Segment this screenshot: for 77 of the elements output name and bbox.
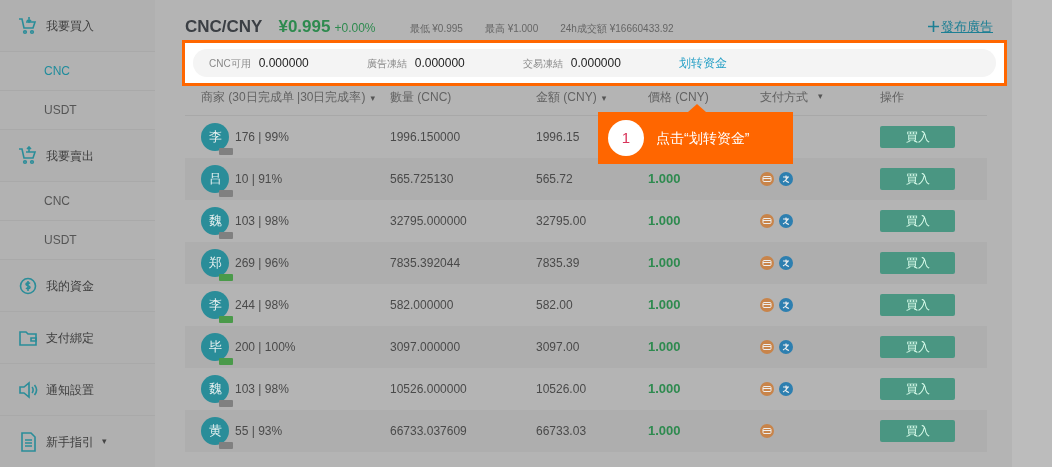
column-header: 數量 (CNC) [390,89,452,104]
coin-icon [18,275,38,296]
menu-item[interactable]: 我要買入 [46,16,94,35]
amount-text: 10526.00 [536,382,587,396]
caret-icon: ▾ [601,92,607,103]
merchant-stats: 10 | 91% [235,171,283,188]
price-text: 1.000 [648,213,681,229]
menu-item[interactable]: 支付綁定 [46,328,94,347]
quantity-text: 565.725130 [390,172,454,186]
menu-item[interactable]: 我要賣出 [46,146,94,165]
merchant-stats: 269 | 96% [235,255,289,272]
column-header[interactable]: 金額 (CNY) [536,89,597,104]
speaker-icon [18,379,38,400]
buy-button[interactable]: 買入 [880,294,955,316]
balance-value: 0.000000 [258,55,309,72]
stat-text: 24h成交額 ¥16660433.92 [560,22,674,36]
stat-text: 最低 ¥0.995 [409,22,463,36]
column-header[interactable]: 商家 (30日完成单 |30日完成率) [201,89,366,104]
balance-label: 交易凍結 [522,56,563,71]
caret-icon: ▾ [818,89,823,104]
menu-item[interactable]: 通知設置 [46,380,94,399]
price-text: 1.000 [648,423,681,439]
quantity-text: 3097.000000 [390,340,461,354]
buy-button[interactable]: 買入 [880,378,955,400]
amount-text: 7835.39 [536,256,580,270]
price-text: 1.000 [648,171,681,187]
amount-text: 565.72 [536,172,573,186]
balance-label: CNC可用 [209,56,251,71]
cart-icon [18,15,38,36]
cart-icon [18,145,38,166]
quantity-text: 7835.392044 [390,256,461,270]
amount-text: 3097.00 [536,340,580,354]
pair-title: CNC/CNY [185,16,263,38]
buy-button[interactable]: 買入 [880,126,955,148]
merchant-stats: 55 | 93% [235,423,283,440]
transfer-link[interactable]: 划转资金 [678,54,727,72]
merchant-stats: 244 | 98% [235,297,289,314]
buy-button[interactable]: 買入 [880,336,955,358]
caret-icon: ▾ [102,434,107,449]
callout-text: 点击“划转资金” [656,128,750,148]
step-number: 1 [608,120,644,156]
buy-button[interactable]: 買入 [880,210,955,232]
stat-text: 最高 ¥1.000 [484,22,539,36]
amount-text: 66733.03 [536,424,587,438]
price-text: 1.000 [648,297,681,313]
menu-item[interactable]: 新手指引 [46,432,94,451]
balance-value: 0.000000 [570,55,621,72]
merchant-stats: 200 | 100% [235,339,296,356]
amount-text: 582.00 [536,298,573,312]
price-text: 1.000 [648,339,681,355]
merchant-stats: 176 | 99% [235,129,289,146]
document-icon [18,431,38,452]
quantity-text: 10526.000000 [390,382,467,396]
quantity-text: 32795.000000 [390,214,467,228]
column-header: 操作 [880,89,904,104]
price-text: ¥0.995 [278,16,331,38]
amount-text: 32795.00 [536,214,587,228]
amount-text: 1996.15 [536,130,580,144]
quantity-text: 1996.150000 [390,130,461,144]
post-ad-link[interactable]: 發布廣告 [928,16,993,37]
quantity-text: 66733.037609 [390,424,467,438]
buy-button[interactable]: 買入 [880,168,955,190]
balance-value: 0.000000 [414,55,465,72]
change-text: +0.00% [334,20,376,37]
caret-icon: ▾ [370,92,375,103]
column-header: 價格 (CNY) [648,89,709,104]
price-text: 1.000 [648,255,681,271]
buy-button[interactable]: 買入 [880,420,955,442]
column-header[interactable]: 支付方式 [760,87,808,106]
plus-icon [928,21,939,32]
merchant-stats: 103 | 98% [235,213,289,230]
buy-button[interactable]: 買入 [880,252,955,274]
menu-item[interactable]: 我的資金 [46,276,94,295]
balance-label: 廣告凍結 [366,56,407,71]
quantity-text: 582.000000 [390,298,454,312]
merchant-stats: 103 | 98% [235,381,289,398]
price-text: 1.000 [648,381,681,397]
